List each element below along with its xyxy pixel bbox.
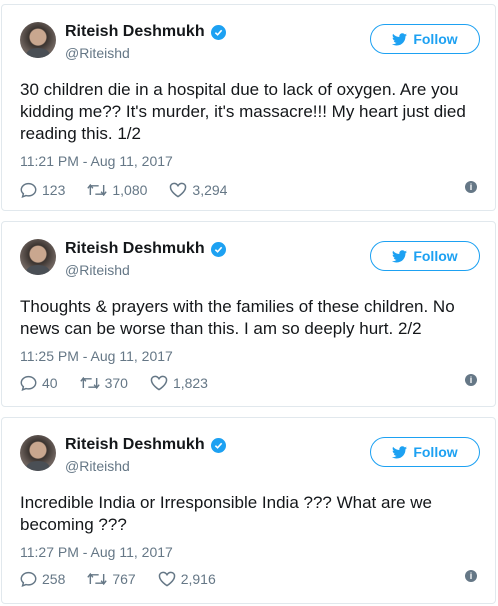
follow-button-label: Follow	[413, 31, 458, 47]
twitter-bird-icon	[392, 445, 408, 458]
author-name-label[interactable]: Riteish Deshmukh	[65, 240, 205, 258]
follow-button[interactable]: Follow	[370, 24, 480, 54]
like-action[interactable]: 1,823	[150, 375, 208, 391]
tweet-timestamp[interactable]: 11:27 PM - Aug 11, 2017	[20, 544, 173, 560]
avatar[interactable]	[20, 239, 56, 275]
author-handle[interactable]: @Riteishd	[65, 458, 130, 474]
tweet-actions: 40 370 1,823 i	[20, 373, 477, 393]
reply-count: 40	[42, 375, 58, 391]
follow-button-label: Follow	[413, 248, 458, 264]
follow-button[interactable]: Follow	[370, 437, 480, 467]
author-name[interactable]: Riteish Deshmukh	[65, 436, 226, 454]
retweet-icon	[87, 183, 108, 197]
author-handle[interactable]: @Riteishd	[65, 262, 130, 278]
author-name[interactable]: Riteish Deshmukh	[65, 23, 226, 41]
twitter-bird-icon	[392, 32, 408, 45]
avatar[interactable]	[20, 435, 56, 471]
tweet-timestamp[interactable]: 11:21 PM - Aug 11, 2017	[20, 153, 173, 169]
reply-icon	[20, 375, 37, 391]
tweet-card: Riteish Deshmukh @Riteishd Follow Incred…	[1, 417, 496, 604]
tweet-card: Riteish Deshmukh @Riteishd Follow Though…	[1, 221, 496, 407]
follow-button[interactable]: Follow	[370, 241, 480, 271]
author-handle[interactable]: @Riteishd	[65, 45, 130, 61]
retweet-action[interactable]: 370	[79, 375, 128, 391]
verified-badge-icon	[210, 241, 226, 257]
author-name-label[interactable]: Riteish Deshmukh	[65, 23, 205, 41]
reply-count: 258	[42, 571, 66, 587]
avatar[interactable]	[20, 22, 56, 58]
retweet-icon	[87, 572, 108, 586]
author-name[interactable]: Riteish Deshmukh	[65, 240, 226, 258]
retweet-action[interactable]: 767	[87, 571, 136, 587]
reply-action[interactable]: 258	[20, 571, 65, 587]
retweet-count: 767	[112, 571, 136, 587]
heart-icon	[158, 571, 176, 587]
like-count: 2,916	[180, 571, 216, 587]
like-action[interactable]: 2,916	[158, 571, 216, 587]
info-icon[interactable]: i	[465, 570, 477, 582]
tweet-text: 30 children die in a hospital due to lac…	[20, 80, 466, 143]
twitter-bird-icon	[392, 249, 408, 262]
like-count: 3,294	[192, 182, 228, 198]
tweet-actions: 258 767 2,916 i	[20, 569, 477, 589]
heart-icon	[170, 182, 187, 198]
tweet-text: Incredible India or Irresponsible India …	[20, 493, 433, 534]
reply-icon	[20, 182, 37, 198]
info-icon[interactable]: i	[465, 374, 477, 386]
tweet-text: Thoughts & prayers with the families of …	[20, 297, 455, 338]
reply-icon	[20, 571, 37, 587]
reply-count: 123	[42, 182, 66, 198]
heart-icon	[150, 375, 168, 391]
tweet-card: Riteish Deshmukh @Riteishd Follow 30 chi…	[1, 4, 496, 211]
follow-button-label: Follow	[413, 444, 458, 460]
reply-action[interactable]: 40	[20, 375, 58, 391]
verified-badge-icon	[210, 437, 226, 453]
tweet-actions: 123 1,080 3,294 i	[20, 180, 477, 200]
reply-action[interactable]: 123	[20, 182, 65, 198]
retweet-icon	[79, 376, 100, 390]
info-icon[interactable]: i	[465, 181, 477, 193]
author-name-label[interactable]: Riteish Deshmukh	[65, 436, 205, 454]
retweet-count: 370	[104, 375, 128, 391]
tweet-timestamp[interactable]: 11:25 PM - Aug 11, 2017	[20, 348, 173, 364]
retweet-count: 1,080	[112, 182, 148, 198]
like-action[interactable]: 3,294	[169, 182, 227, 198]
retweet-action[interactable]: 1,080	[87, 182, 147, 198]
like-count: 1,823	[172, 375, 208, 391]
verified-badge-icon	[210, 24, 226, 40]
